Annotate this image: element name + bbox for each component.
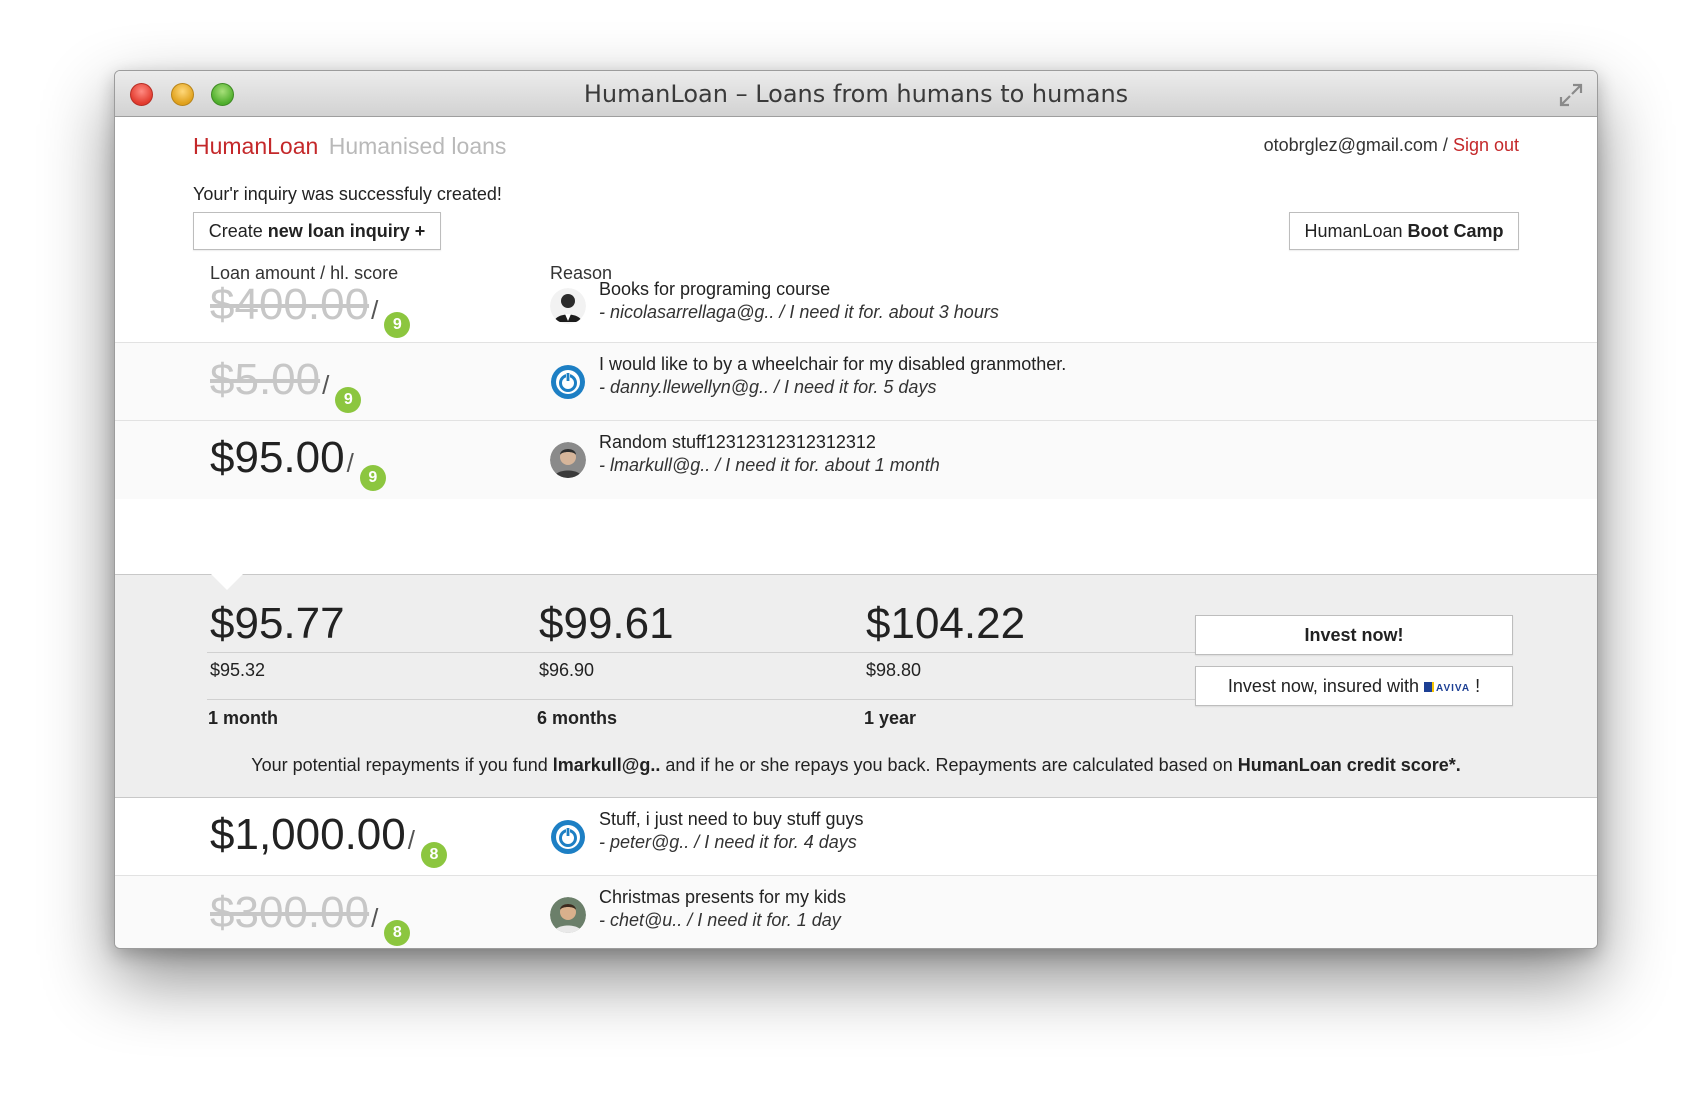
new-inquiry-label: Create — [208, 221, 263, 241]
repayment-period: 1 year — [864, 708, 917, 728]
avatar — [550, 364, 586, 400]
repayment-installment: $98.80 — [866, 660, 922, 680]
avatar — [550, 897, 586, 933]
loan-amount: $300.00/8 — [210, 888, 411, 946]
loan-amount-value: $400.00 — [210, 280, 370, 329]
brand[interactable]: HumanLoan Humanised loans — [193, 133, 506, 160]
new-inquiry-label-bold: new loan inquiry + — [267, 221, 426, 241]
reason-meta: - lmarkull@g.. / I need it for. about 1 … — [599, 455, 940, 475]
reason-meta: - nicolasarrellaga@g.. / I need it for. … — [599, 302, 999, 322]
avatar — [550, 288, 586, 324]
user-email: otobrglez@gmail.com — [1263, 135, 1438, 155]
loan-amount-value: $95.00 — [210, 433, 345, 482]
flash-message: Your'r inquiry was successfuly created! — [193, 184, 502, 204]
note-credit-score[interactable]: HumanLoan credit score*. — [1238, 755, 1461, 775]
hl-score-badge: 9 — [359, 465, 386, 491]
boot-camp-button[interactable]: HumanLoan Boot Camp — [1289, 212, 1519, 250]
note-text: and if he or she repays you back. Repaym… — [665, 755, 1233, 775]
brand-name[interactable]: HumanLoan — [193, 133, 318, 159]
window-title: HumanLoan – Loans from humans to humans — [583, 80, 1129, 108]
loan-row[interactable]: $1,000.00/8 Stuff, i just need to buy st… — [115, 798, 1597, 876]
hl-score-badge: 9 — [384, 312, 411, 338]
hl-score-badge: 8 — [420, 842, 447, 868]
aviva-logo-text: AVIVA — [1436, 683, 1471, 694]
person-photo-icon — [550, 897, 586, 933]
browser-window: HumanLoan – Loans from humans to humans … — [114, 70, 1598, 949]
repayment-installment: $95.32 — [210, 660, 266, 680]
invest-insured-label: Invest now, insured with — [1227, 676, 1419, 696]
avatar — [550, 819, 586, 855]
score-separator: / — [407, 825, 415, 855]
loan-amount-value: $300.00 — [210, 888, 370, 937]
aviva-flag-icon — [1424, 682, 1434, 692]
invest-insured-button[interactable]: Invest now, insured with AVIVA ! — [1195, 666, 1513, 706]
power-icon — [551, 820, 585, 854]
loan-amount: $5.00/9 — [210, 355, 362, 413]
boot-camp-label-bold: Boot Camp — [1407, 221, 1504, 241]
loan-reason: Random stuff12312312312312312 - lmarkull… — [599, 431, 940, 477]
invest-now-button[interactable]: Invest now! — [1195, 615, 1513, 655]
reason-meta: - peter@g.. / I need it for. 4 days — [599, 832, 857, 852]
panel-pointer — [211, 574, 243, 590]
reason-meta: - chet@u.. / I need it for. 1 day — [599, 910, 841, 930]
account-separator: / — [1442, 135, 1448, 155]
loan-reason: Books for programing course - nicolasarr… — [599, 278, 999, 324]
loan-reason: I would like to by a wheelchair for my d… — [599, 353, 1066, 399]
loan-amount-value: $5.00 — [210, 355, 321, 404]
person-dark-icon — [550, 288, 586, 324]
repayment-total: $99.61 — [539, 599, 674, 648]
reason-text: Books for programing course — [599, 279, 831, 299]
repayment-total: $95.77 — [210, 599, 345, 648]
repayment-total: $104.22 — [866, 599, 1026, 648]
repayment-period: 1 month — [208, 708, 278, 728]
person-photo-icon — [550, 442, 586, 478]
invest-now-label: Invest now! — [1304, 625, 1404, 645]
power-icon — [551, 365, 585, 399]
reason-meta: - danny.llewellyn@g.. / I need it for. 5… — [599, 377, 937, 397]
note-user: lmarkull@g.. — [552, 755, 661, 775]
score-separator: / — [346, 448, 354, 478]
reason-text: Random stuff12312312312312312 — [599, 432, 876, 452]
reason-text: Christmas presents for my kids — [599, 887, 847, 907]
loan-row[interactable]: $5.00/9 I would like to by a wheelchair … — [115, 343, 1597, 421]
sign-out-link[interactable]: Sign out — [1453, 135, 1519, 155]
aviva-logo: AVIVA — [1424, 670, 1470, 708]
fullscreen-icon[interactable] — [1557, 81, 1585, 109]
boot-camp-label: HumanLoan — [1304, 221, 1403, 241]
repayment-period: 6 months — [537, 708, 618, 728]
score-separator: / — [322, 370, 330, 400]
reason-text: I would like to by a wheelchair for my d… — [599, 354, 1067, 374]
repayment-detail-panel: $95.77 $95.32 1 month $99.61 $96.90 6 mo… — [115, 574, 1597, 798]
loan-amount-value: $1,000.00 — [210, 810, 406, 859]
loan-amount: $1,000.00/8 — [210, 810, 447, 868]
repayment-installment: $96.90 — [539, 660, 595, 680]
title-bar: HumanLoan – Loans from humans to humans — [115, 71, 1597, 117]
hl-score-badge: 8 — [384, 920, 411, 946]
repayment-note: Your potential repayments if you fund lm… — [115, 755, 1597, 776]
score-separator: / — [371, 903, 379, 933]
loan-reason: Stuff, i just need to buy stuff guys - p… — [599, 808, 864, 854]
brand-tagline: Humanised loans — [328, 133, 507, 159]
reason-text: Stuff, i just need to buy stuff guys — [599, 809, 864, 829]
note-text: Your potential repayments if you fund — [251, 755, 548, 775]
loan-row-selected[interactable]: $95.00/9 Random stuff12312312312312312 -… — [115, 421, 1597, 499]
invest-insured-label-end: ! — [1475, 676, 1481, 696]
hl-score-badge: 9 — [335, 387, 362, 413]
loan-amount: $400.00/9 — [210, 280, 411, 338]
loan-row[interactable]: $300.00/8 Christmas presents for my kids… — [115, 876, 1597, 948]
account-bar: otobrglez@gmail.com / Sign out — [1264, 135, 1519, 156]
loan-amount: $95.00/9 — [210, 433, 386, 491]
loan-row[interactable]: $400.00/9 Books for programing course - … — [115, 264, 1597, 343]
score-separator: / — [371, 295, 379, 325]
loan-reason: Christmas presents for my kids - chet@u.… — [599, 886, 846, 932]
avatar — [550, 442, 586, 478]
new-loan-inquiry-button[interactable]: Create new loan inquiry + — [193, 212, 441, 250]
